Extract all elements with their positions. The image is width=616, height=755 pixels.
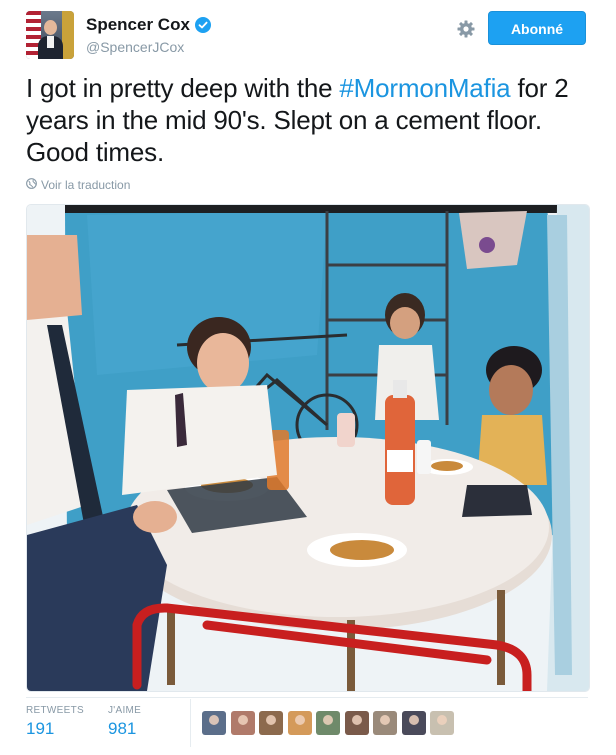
likes-stat[interactable]: J'AIME 981 xyxy=(108,705,141,739)
liker-avatar-6[interactable] xyxy=(344,711,369,735)
liker-avatar-3[interactable] xyxy=(259,711,283,735)
stats-separator xyxy=(190,699,191,747)
photo-illustration xyxy=(27,205,589,691)
tweet-header: Spencer Cox @SpencerJCox Abonné xyxy=(26,11,588,59)
author-name[interactable]: Spencer Cox xyxy=(86,15,190,35)
liker-face xyxy=(380,715,390,725)
liker-face xyxy=(351,715,362,725)
retweets-count: 191 xyxy=(26,719,55,738)
avatar-shirt xyxy=(47,36,54,48)
likes-count: 981 xyxy=(108,719,137,738)
follow-button[interactable]: Abonné xyxy=(488,11,586,45)
tweet-text-before: I got in pretty deep with the xyxy=(26,73,340,103)
liker-face xyxy=(294,715,305,725)
translate-label: Voir la traduction xyxy=(41,178,131,192)
liker-face xyxy=(408,715,419,725)
liker-face xyxy=(266,715,276,725)
liker-avatar-5[interactable] xyxy=(316,711,340,735)
tweet-photo[interactable] xyxy=(26,204,590,692)
globe-icon xyxy=(26,178,37,192)
likers-avatars xyxy=(202,711,459,735)
liker-avatar-1[interactable] xyxy=(202,711,226,735)
stats-divider xyxy=(26,697,588,698)
liker-avatar-2[interactable] xyxy=(230,711,255,735)
author-avatar[interactable] xyxy=(26,11,74,59)
retweets-stat[interactable]: RETWEETS 191 xyxy=(26,705,84,739)
retweets-label: RETWEETS xyxy=(26,705,84,716)
likes-label: J'AIME xyxy=(108,705,142,716)
liker-avatar-7[interactable] xyxy=(373,711,397,735)
author-handle[interactable]: @SpencerJCox xyxy=(86,39,184,55)
liker-face xyxy=(323,715,333,725)
liker-avatar-9[interactable] xyxy=(430,711,454,735)
translate-link[interactable]: Voir la traduction xyxy=(26,178,130,192)
author-name-row: Spencer Cox xyxy=(86,15,211,35)
avatar-face xyxy=(44,20,57,35)
liker-face xyxy=(237,715,248,725)
tweet-text: I got in pretty deep with the #MormonMaf… xyxy=(26,72,591,168)
liker-face xyxy=(209,715,219,725)
state-flag-graphic xyxy=(62,11,74,59)
hashtag-link[interactable]: #MormonMafia xyxy=(339,73,510,103)
gear-icon[interactable] xyxy=(456,19,476,39)
liker-face xyxy=(437,715,447,725)
verified-badge-icon xyxy=(194,17,211,33)
liker-avatar-4[interactable] xyxy=(287,711,312,735)
liker-avatar-8[interactable] xyxy=(401,711,426,735)
